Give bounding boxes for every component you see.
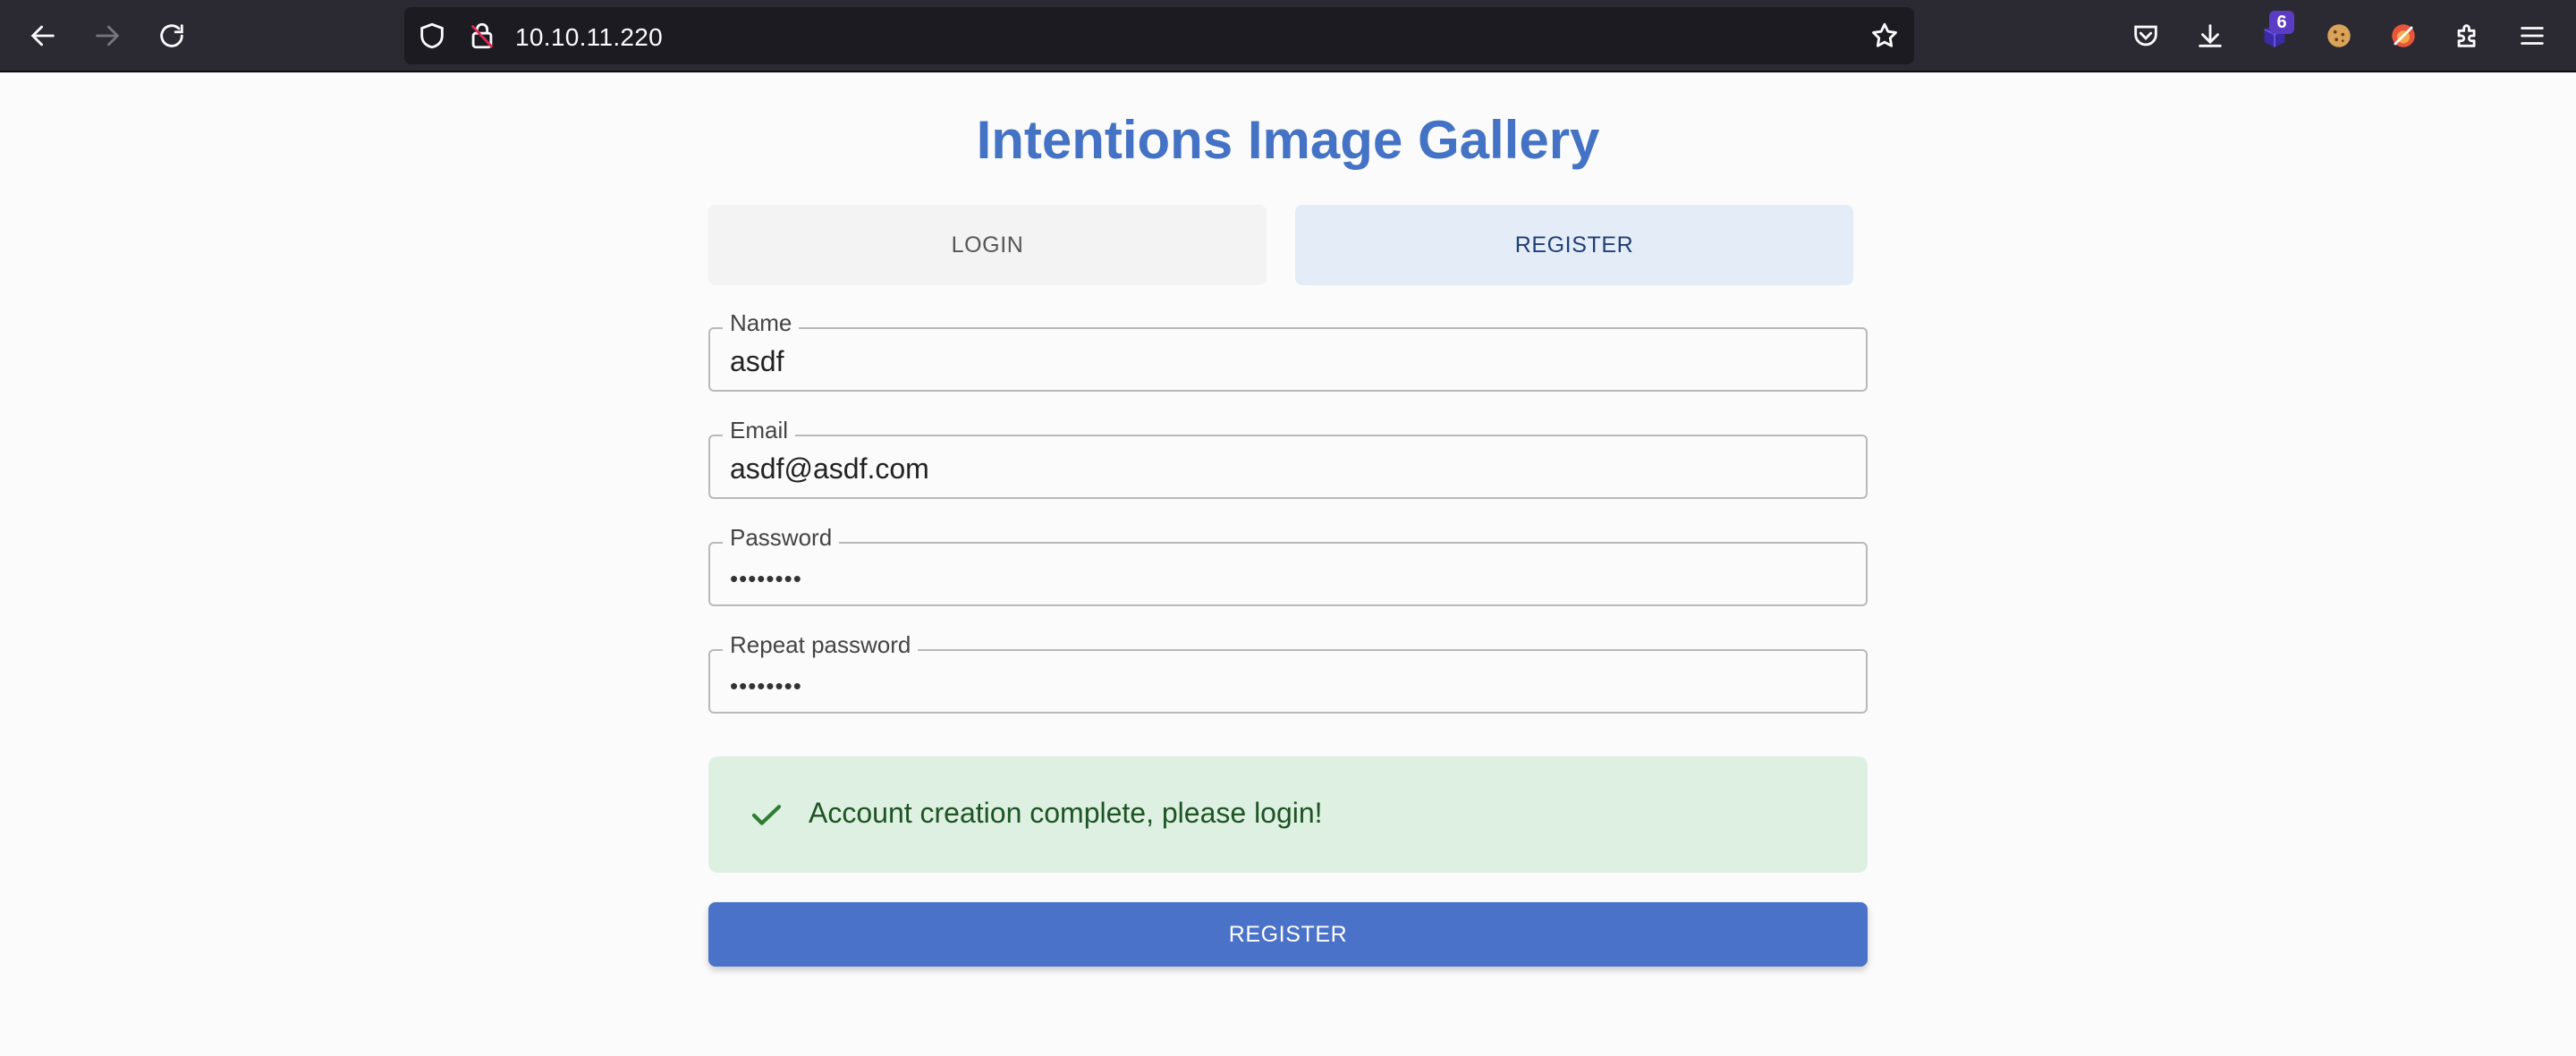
register-submit-button[interactable]: REGISTER [708,902,1868,967]
alert-message: Account creation complete, please login! [809,797,1323,829]
success-alert: Account creation complete, please login! [708,756,1868,873]
cookie-extension-button[interactable] [2314,11,2364,61]
foxyproxy-button[interactable] [2378,11,2428,61]
page-title: Intentions Image Gallery [976,110,1600,170]
downloads-button[interactable] [2185,11,2235,61]
forward-button[interactable] [82,11,132,61]
star-icon[interactable] [1869,21,1900,51]
arrow-right-icon [96,25,120,46]
password-label: Password [723,524,840,552]
email-value[interactable]: asdf@asdf.com [730,452,929,486]
tab-register[interactable]: REGISTER [1295,205,1853,285]
name-label: Name [723,309,800,337]
arrow-left-icon [30,25,55,46]
reload-icon [160,24,183,47]
repeat-password-label: Repeat password [723,631,919,659]
fox-extension-icon [2392,24,2415,47]
name-value[interactable]: asdf [730,345,784,378]
repeat-password-value[interactable]: •••••••• [730,672,802,700]
reload-button[interactable] [147,11,197,61]
app-menu-button[interactable] [2507,11,2557,61]
browser-toolbar: 10.10.11.220 6 [0,0,2576,72]
password-value[interactable]: •••••••• [730,565,802,593]
password-field[interactable]: Password •••••••• [708,524,1868,606]
cookie-icon [2327,24,2351,47]
name-field[interactable]: Name asdf [708,309,1868,392]
url-text[interactable]: 10.10.11.220 [515,23,663,52]
repeat-password-field[interactable]: Repeat password •••••••• [708,631,1868,714]
download-icon [2199,24,2222,47]
email-field[interactable]: Email asdf@asdf.com [708,417,1868,499]
tab-login[interactable]: LOGIN [708,205,1267,285]
pocket-icon [2134,25,2157,46]
puzzle-icon [2457,24,2476,47]
insecure-lock-icon[interactable] [467,21,497,51]
hamburger-menu-icon [2521,27,2544,45]
email-label: Email [723,417,796,444]
checkmark-icon [751,805,782,825]
url-bar[interactable]: 10.10.11.220 [404,7,1914,64]
extension-badge: 6 [2269,11,2294,34]
extensions-menu-button[interactable] [2443,11,2493,61]
pocket-button[interactable] [2121,11,2171,61]
back-button[interactable] [18,11,68,61]
shield-icon[interactable] [417,21,447,51]
